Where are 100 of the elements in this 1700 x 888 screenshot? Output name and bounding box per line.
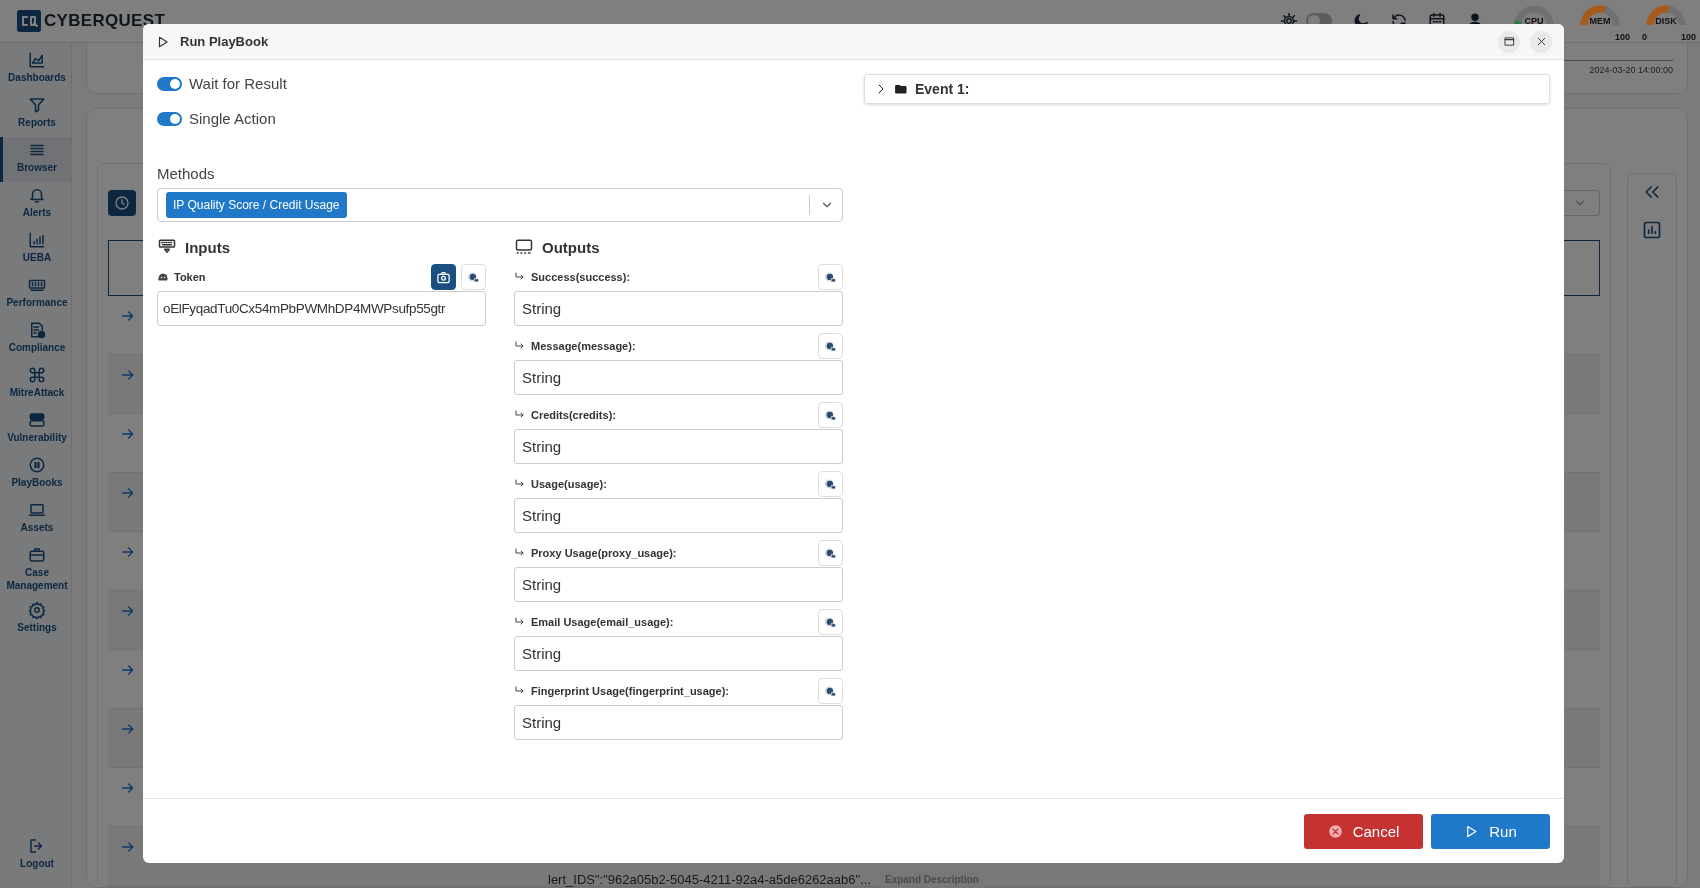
- arrow-right-icon[interactable]: [120, 721, 136, 737]
- gauge-label: DISK: [1654, 16, 1678, 26]
- variable-button[interactable]: [818, 264, 843, 290]
- run-button[interactable]: Run: [1431, 814, 1550, 849]
- folder-icon: [895, 83, 907, 95]
- nav-item[interactable]: Reports: [0, 92, 71, 137]
- variable-button[interactable]: [461, 264, 486, 290]
- area-chart-icon: [28, 51, 46, 69]
- bar-chart-icon: [28, 231, 46, 249]
- gauge-max: 100: [1680, 32, 1696, 42]
- gauge-min: 0: [1642, 32, 1647, 42]
- clock-icon: [114, 195, 130, 211]
- dialog-title: Run PlayBook: [180, 34, 269, 49]
- camera-button[interactable]: [431, 264, 456, 290]
- variable-button[interactable]: [818, 678, 843, 704]
- toggle-label: Wait for Result: [189, 75, 287, 92]
- event-header[interactable]: Event 1:: [864, 74, 1550, 104]
- filter-icon: [28, 96, 46, 114]
- field-label: Token: [174, 271, 206, 283]
- bell-icon: [28, 186, 46, 204]
- server-icon: [28, 411, 46, 429]
- field-label: Success(success):: [531, 271, 631, 283]
- nav-item[interactable]: Vulnerability: [0, 407, 71, 452]
- briefcase-icon: [28, 546, 46, 564]
- field-label: Message(message):: [531, 340, 636, 352]
- axis-label: 2024-03-20 14:00:00: [1589, 65, 1673, 75]
- variable-button[interactable]: [818, 333, 843, 359]
- gauge-track: [1514, 5, 1554, 26]
- gauge-label: MEM: [1588, 16, 1612, 26]
- monitor-icon: [514, 238, 534, 256]
- mask-icon: [157, 271, 169, 283]
- gauge-label: CPU: [1523, 16, 1545, 26]
- arrow-right-icon[interactable]: [120, 426, 136, 442]
- chart-icon[interactable]: [1642, 220, 1662, 240]
- window-icon: [1503, 36, 1515, 47]
- nav-item[interactable]: Browser: [0, 137, 71, 182]
- selected-tag: IP Quality Score / Credit Usage: [166, 192, 347, 218]
- toggle-switch[interactable]: [157, 76, 182, 91]
- input-field[interactable]: String: [514, 498, 843, 533]
- logout-link[interactable]: Logout: [0, 833, 71, 878]
- clock-button[interactable]: [108, 190, 136, 216]
- input-field[interactable]: oElFyqadTu0Cx54mPbPWMhDP4MWPsufp55gtr: [157, 291, 486, 326]
- variable-button[interactable]: [818, 540, 843, 566]
- nav-item[interactable]: Case Management: [0, 542, 71, 597]
- close-circle-icon: [1327, 824, 1343, 839]
- methods-select[interactable]: IP Quality Score / Credit Usage: [157, 188, 843, 222]
- toggle-label: Single Action: [189, 110, 276, 127]
- logo-icon: [17, 10, 41, 32]
- nav-item[interactable]: Settings: [0, 597, 71, 642]
- nav-item[interactable]: MitreAttack: [0, 362, 71, 407]
- document-check-icon: [28, 321, 46, 339]
- field-label: Usage(usage):: [531, 478, 607, 490]
- field-label: Proxy Usage(proxy_usage):: [531, 547, 677, 559]
- camera-icon: [436, 269, 451, 285]
- keyboard-icon: [157, 238, 177, 256]
- field-label: Methods: [157, 165, 216, 182]
- arrow-right-icon[interactable]: [120, 485, 136, 501]
- arrow-right-icon[interactable]: [120, 839, 136, 855]
- input-field[interactable]: String: [514, 636, 843, 671]
- nav-item[interactable]: Alerts: [0, 182, 71, 227]
- nav-item[interactable]: PlayBooks: [0, 452, 71, 497]
- field-label: Email Usage(email_usage):: [531, 616, 674, 628]
- arrow-right-icon[interactable]: [120, 308, 136, 324]
- play-icon: [156, 34, 170, 49]
- cancel-button[interactable]: Cancel: [1304, 814, 1423, 849]
- arrow-right-icon[interactable]: [120, 544, 136, 560]
- command-icon: [28, 366, 46, 384]
- settings-icon: [28, 601, 46, 619]
- close-icon: [1535, 36, 1547, 47]
- brand-name: CYBERQUEST: [44, 11, 166, 31]
- field-label: Fingerprint Usage(fingerprint_usage):: [531, 685, 730, 697]
- pause-icon: [28, 456, 46, 474]
- nav-item[interactable]: Assets: [0, 497, 71, 542]
- arrow-right-icon[interactable]: [120, 603, 136, 619]
- variable-button[interactable]: [818, 471, 843, 497]
- variable-button[interactable]: [818, 402, 843, 428]
- input-field[interactable]: String: [514, 360, 843, 395]
- nav-item[interactable]: Performance: [0, 272, 71, 317]
- nav-item[interactable]: Dashboards: [0, 47, 71, 92]
- input-field[interactable]: String: [514, 291, 843, 326]
- laptop-icon: [28, 501, 46, 519]
- description-text: lert_IDS":"962a05b2-5045-4211-92a4-a5de6262aab6"...: [548, 872, 871, 887]
- field-label: Credits(credits):: [531, 409, 616, 421]
- gauge-track: [1580, 5, 1620, 26]
- input-field[interactable]: String: [514, 567, 843, 602]
- nav-item[interactable]: UEBA: [0, 227, 71, 272]
- gauge-max: 100: [1614, 32, 1630, 42]
- close-button[interactable]: [1530, 30, 1552, 53]
- section-title: Outputs: [542, 238, 600, 256]
- nav-item[interactable]: Compliance: [0, 317, 71, 362]
- section-title: Inputs: [185, 238, 230, 256]
- arrow-right-icon[interactable]: [120, 780, 136, 796]
- arrow-right-icon[interactable]: [120, 662, 136, 678]
- input-field[interactable]: String: [514, 705, 843, 740]
- variable-button[interactable]: [818, 609, 843, 635]
- arrow-right-icon[interactable]: [120, 367, 136, 383]
- gauge-track: [1646, 5, 1686, 26]
- toggle-switch[interactable]: [157, 111, 182, 126]
- input-field[interactable]: String: [514, 429, 843, 464]
- maximize-button[interactable]: [1498, 30, 1520, 53]
